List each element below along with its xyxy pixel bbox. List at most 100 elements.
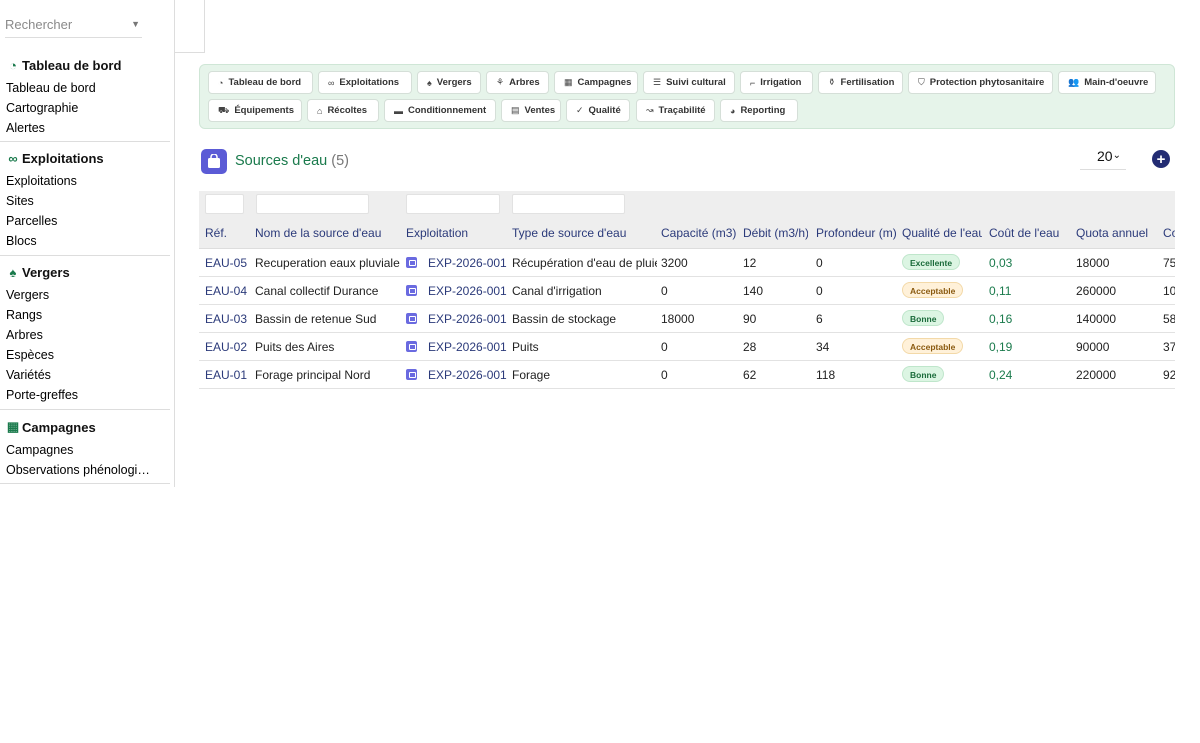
sidebar-item[interactable]: Alertes <box>0 118 150 138</box>
sidebar-section-header[interactable]: ◔ Tableau de bord <box>0 55 170 75</box>
table-cell: 0,11 <box>989 284 1012 298</box>
column-header[interactable]: Nom de la source d'eau <box>255 226 400 240</box>
sidebar-item[interactable]: Blocs <box>0 231 150 251</box>
quality-badge: Acceptable <box>902 338 964 354</box>
farm-icon <box>406 369 417 380</box>
tree-icon: ♠ <box>427 77 432 88</box>
quality-badge: Bonne <box>902 310 945 326</box>
nav-tab[interactable]: ↝ Traçabilité <box>636 99 715 122</box>
table-cell: Puits <box>512 340 539 354</box>
sidebar-item[interactable]: Parcelles <box>0 211 150 231</box>
sidebar-toggle-area <box>174 0 205 53</box>
column-header[interactable]: Exploitation <box>406 226 506 240</box>
table-row[interactable]: EAU-05 Recuperation eaux pluviales EXP-202… <box>199 249 1175 277</box>
column-header[interactable]: Capacité (m3) <box>661 226 736 240</box>
column-filter-input[interactable] <box>406 194 500 214</box>
record-ref-link[interactable]: EAU-02 <box>205 340 250 354</box>
nav-tab[interactable]: ∞ Exploitations <box>318 71 412 94</box>
sidebar-item[interactable]: Cartographie <box>0 98 150 118</box>
column-header[interactable]: Profondeur (m) <box>816 226 896 240</box>
record-ref-link[interactable]: EAU-03 <box>205 312 250 326</box>
column-header[interactable]: Type de source d'eau <box>512 226 657 240</box>
sidebar-item[interactable]: Tableau de bord <box>0 78 150 98</box>
sidebar-item[interactable]: Arbres <box>0 325 150 345</box>
nav-tab-label: Protection phytosanitaire <box>929 77 1045 88</box>
farm-icon <box>406 257 417 268</box>
table-cell: 12 <box>743 256 757 270</box>
sidebar-item[interactable]: Observations phénologiques <box>0 460 150 480</box>
sidebar-section-header[interactable]: ♠ Vergers <box>0 262 170 282</box>
sidebar-item[interactable]: Campagnes <box>0 440 150 460</box>
chevron-down-icon[interactable]: ▼ <box>131 19 140 29</box>
binoculars-icon: ∞ <box>8 150 18 166</box>
sidebar-item[interactable]: Espèces <box>0 345 150 365</box>
table-row[interactable]: EAU-02 Puits des Aires EXP-2026-001 Puits 0 2… <box>199 333 1175 361</box>
table-cell: 34 <box>816 340 830 354</box>
quality-badge: Bonne <box>902 366 945 382</box>
module-nav: ◔ Tableau de bord ∞ Exploitations ♠ Vergers ⚘ A… <box>199 64 1175 129</box>
column-header[interactable]: Co <box>1163 226 1175 240</box>
nav-tab[interactable]: ⌐ Irrigation <box>740 71 813 94</box>
sidebar-item[interactable]: Rangs <box>0 305 150 325</box>
nav-tab[interactable]: ♠ Vergers <box>417 71 481 94</box>
table-cell: 140000 <box>1076 312 1117 326</box>
nav-tab[interactable]: ⌂ Récoltes <box>307 99 379 122</box>
table-row[interactable]: EAU-04 Canal collectif Durance EXP-2026-00… <box>199 277 1175 305</box>
sidebar-section: ▦ Campagnes Campagnes Observations phénolog… <box>0 417 170 484</box>
record-ref-link[interactable]: EAU-04 <box>205 284 250 298</box>
nav-tab[interactable]: ◔ Tableau de bord <box>208 71 313 94</box>
sidebar-item[interactable]: Sites <box>0 191 150 211</box>
quality-badge: Excellente <box>902 254 961 270</box>
table-cell: 58 <box>1163 312 1175 326</box>
add-record-button[interactable]: + <box>1152 150 1170 168</box>
table-cell: 0 <box>816 284 823 298</box>
table-row[interactable]: EAU-01 Forage principal Nord EXP-2026-001 F… <box>199 361 1175 389</box>
nav-tab[interactable]: ◕ Reporting <box>720 99 798 122</box>
nav-tab-label: Équipements <box>234 105 294 116</box>
nav-tab[interactable]: ⛟ Équipements <box>208 99 302 122</box>
nav-tab[interactable]: ▤ Ventes <box>501 99 561 122</box>
sidebar-item[interactable]: Variétés <box>0 365 150 385</box>
nav-tab[interactable]: ☰ Suivi cultural <box>643 71 735 94</box>
nav-tab-label: Irrigation <box>760 77 802 88</box>
sidebar-item[interactable]: Vergers <box>0 285 150 305</box>
nav-tab-label: Fertilisation <box>840 77 895 88</box>
nav-tab[interactable]: 👥 Main-d'oeuvre <box>1058 71 1156 94</box>
table-cell: Forage principal Nord <box>255 368 371 382</box>
gauge-icon: ◔ <box>9 57 17 73</box>
column-header[interactable]: Quota annuel <box>1076 226 1158 240</box>
sidebar-item[interactable]: Porte-greffes <box>0 385 150 405</box>
table-row[interactable]: EAU-03 Bassin de retenue Sud EXP-2026-001 B… <box>199 305 1175 333</box>
nav-tab-label: Ventes <box>524 105 556 116</box>
record-count: (5) <box>331 153 350 169</box>
sidebar-section-header[interactable]: ∞ Exploitations <box>0 148 170 168</box>
nav-tab[interactable]: ▦ Campagnes <box>554 71 638 94</box>
column-filter-input[interactable] <box>256 194 369 214</box>
page-size-select[interactable]: 20 ⌄ <box>1080 148 1126 170</box>
sidebar-item[interactable]: Exploitations <box>0 171 150 191</box>
nav-tab[interactable]: ⚘ Arbres <box>486 71 549 94</box>
nav-tab[interactable]: ⛉ Protection phytosanitaire <box>908 71 1053 94</box>
sidebar-section-header[interactable]: ▦ Campagnes <box>0 417 170 437</box>
column-header[interactable]: Réf. <box>205 226 250 240</box>
calendar-icon: ▦ <box>564 77 573 87</box>
search-box[interactable]: ▼ <box>5 16 142 38</box>
table-cell: Canal collectif Durance <box>255 284 379 298</box>
nav-tab[interactable]: ▬ Conditionnement <box>384 99 496 122</box>
record-ref-link[interactable]: EAU-01 <box>205 368 250 382</box>
column-header[interactable]: Coût de l'eau <box>989 226 1069 240</box>
nav-tab-label: Vergers <box>436 77 472 88</box>
search-input[interactable] <box>5 17 125 32</box>
nav-tab[interactable]: ⚱ Fertilisation <box>818 71 903 94</box>
gauge-icon: ◔ <box>218 77 224 88</box>
table-cell: 118 <box>816 368 836 382</box>
sidebar-section: ◔ Tableau de bord Tableau de bord Cartograp… <box>0 55 170 142</box>
column-filter-input[interactable] <box>205 194 244 214</box>
column-header[interactable]: Débit (m3/h) <box>743 226 808 240</box>
record-ref-link[interactable]: EAU-05 <box>205 256 250 270</box>
nav-tab[interactable]: ✓ Qualité <box>566 99 630 122</box>
data-table: Réf. Nom de la source d'eau Exploitation Ty… <box>199 191 1175 391</box>
column-filter-input[interactable] <box>512 194 625 214</box>
column-header[interactable]: Qualité de l'eau <box>902 226 982 240</box>
table-cell: Recuperation eaux pluviales <box>255 256 400 270</box>
